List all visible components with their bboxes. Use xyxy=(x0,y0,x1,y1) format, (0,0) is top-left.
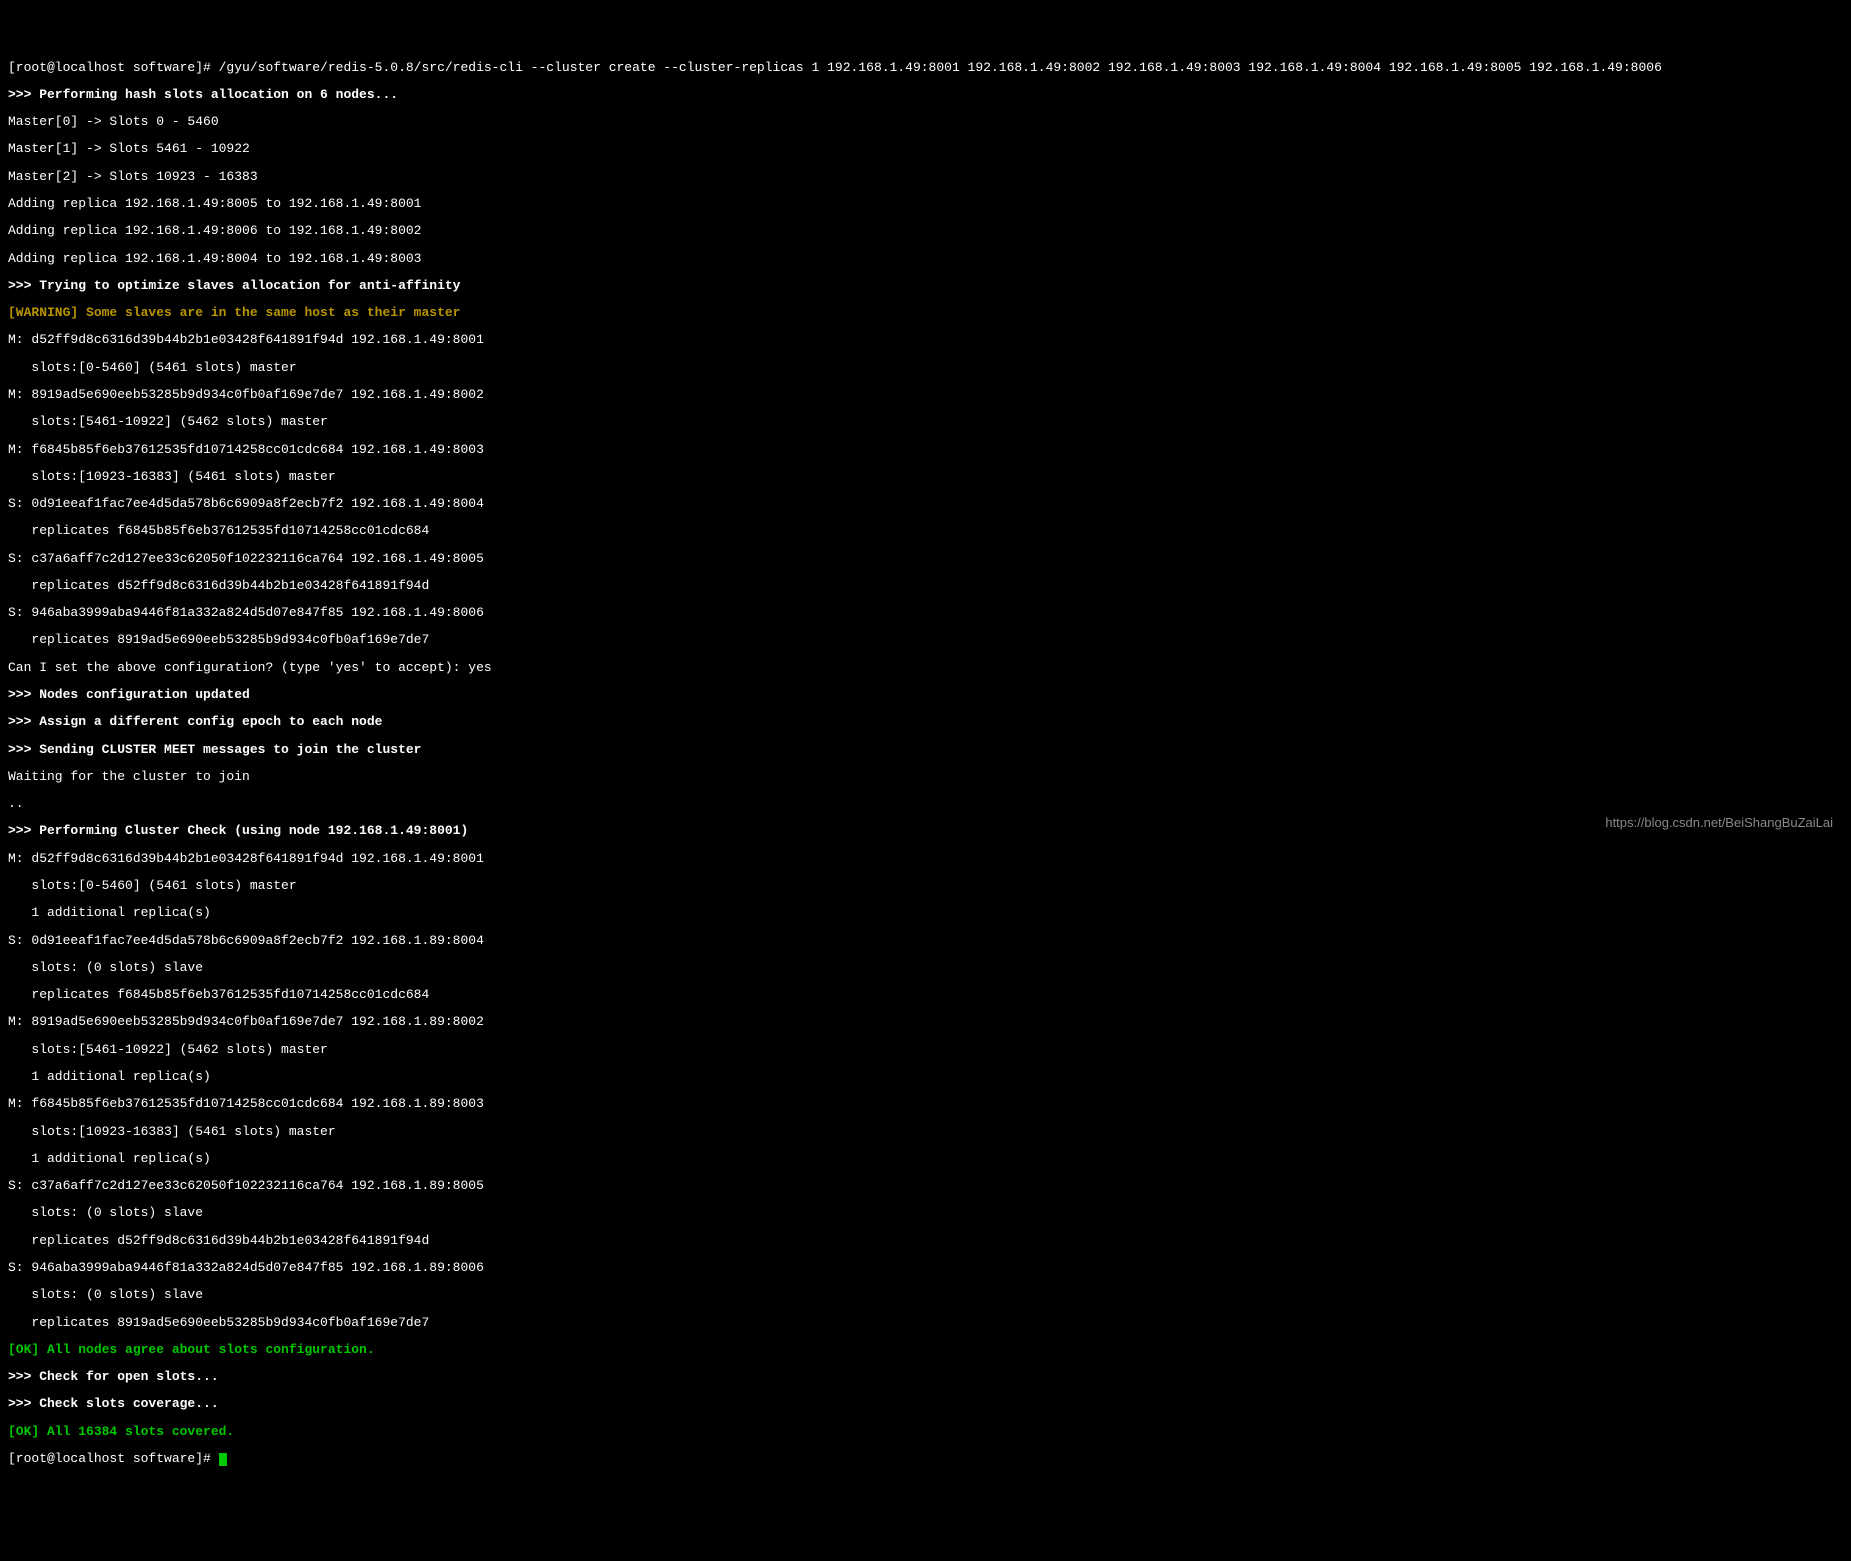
check-s1: S: 0d91eeaf1fac7ee4d5da578b6c6909a8f2ecb… xyxy=(8,934,1843,948)
prompt-text: [root@localhost software]# xyxy=(8,1451,219,1466)
add-replica-2: Adding replica 192.168.1.49:8006 to 192.… xyxy=(8,224,1843,238)
waiting-dots: .. xyxy=(8,797,1843,811)
check-m2-rep: 1 additional replica(s) xyxy=(8,1070,1843,1084)
node-m2: M: 8919ad5e690eeb53285b9d934c0fb0af169e7… xyxy=(8,388,1843,402)
master1-slots: Master[1] -> Slots 5461 - 10922 xyxy=(8,142,1843,156)
check-m3-rep: 1 additional replica(s) xyxy=(8,1152,1843,1166)
node-s1: S: 0d91eeaf1fac7ee4d5da578b6c6909a8f2ecb… xyxy=(8,497,1843,511)
status-cluster-meet: >>> Sending CLUSTER MEET messages to joi… xyxy=(8,743,1843,757)
ok-nodes-agree: [OK] All nodes agree about slots configu… xyxy=(8,1343,1843,1357)
check-s2: S: c37a6aff7c2d127ee33c62050f102232116ca… xyxy=(8,1179,1843,1193)
waiting-join: Waiting for the cluster to join xyxy=(8,770,1843,784)
add-replica-3: Adding replica 192.168.1.49:8004 to 192.… xyxy=(8,252,1843,266)
check-s2-slots: slots: (0 slots) slave xyxy=(8,1206,1843,1220)
check-s2-rep: replicates d52ff9d8c6316d39b44b2b1e03428… xyxy=(8,1234,1843,1248)
status-optimize: >>> Trying to optimize slaves allocation… xyxy=(8,279,1843,293)
watermark-text: https://blog.csdn.net/BeiShangBuZaiLai xyxy=(1605,816,1833,830)
node-s3: S: 946aba3999aba9446f81a332a824d5d07e847… xyxy=(8,606,1843,620)
warning-same-host: [WARNING] Some slaves are in the same ho… xyxy=(8,306,1843,320)
status-hash-slots: >>> Performing hash slots allocation on … xyxy=(8,88,1843,102)
ok-slots-covered: [OK] All 16384 slots covered. xyxy=(8,1425,1843,1439)
check-m1-slots: slots:[0-5460] (5461 slots) master xyxy=(8,879,1843,893)
node-m3-slots: slots:[10923-16383] (5461 slots) master xyxy=(8,470,1843,484)
check-m3-slots: slots:[10923-16383] (5461 slots) master xyxy=(8,1125,1843,1139)
check-s1-rep: replicates f6845b85f6eb37612535fd1071425… xyxy=(8,988,1843,1002)
check-s3-slots: slots: (0 slots) slave xyxy=(8,1288,1843,1302)
master0-slots: Master[0] -> Slots 0 - 5460 xyxy=(8,115,1843,129)
node-m1: M: d52ff9d8c6316d39b44b2b1e03428f641891f… xyxy=(8,333,1843,347)
status-cluster-check: >>> Performing Cluster Check (using node… xyxy=(8,824,1843,838)
check-s3: S: 946aba3999aba9446f81a332a824d5d07e847… xyxy=(8,1261,1843,1275)
status-open-slots: >>> Check for open slots... xyxy=(8,1370,1843,1384)
cursor-icon xyxy=(219,1453,227,1466)
check-m2: M: 8919ad5e690eeb53285b9d934c0fb0af169e7… xyxy=(8,1015,1843,1029)
shell-prompt-idle[interactable]: [root@localhost software]# xyxy=(8,1452,1843,1466)
check-s1-slots: slots: (0 slots) slave xyxy=(8,961,1843,975)
check-s3-rep: replicates 8919ad5e690eeb53285b9d934c0fb… xyxy=(8,1316,1843,1330)
node-s2: S: c37a6aff7c2d127ee33c62050f102232116ca… xyxy=(8,552,1843,566)
node-m2-slots: slots:[5461-10922] (5462 slots) master xyxy=(8,415,1843,429)
shell-command: [root@localhost software]# /gyu/software… xyxy=(8,61,1843,75)
node-m3: M: f6845b85f6eb37612535fd10714258cc01cdc… xyxy=(8,443,1843,457)
node-s2-rep: replicates d52ff9d8c6316d39b44b2b1e03428… xyxy=(8,579,1843,593)
check-m1: M: d52ff9d8c6316d39b44b2b1e03428f641891f… xyxy=(8,852,1843,866)
confirm-prompt: Can I set the above configuration? (type… xyxy=(8,661,1843,675)
add-replica-1: Adding replica 192.168.1.49:8005 to 192.… xyxy=(8,197,1843,211)
check-m1-rep: 1 additional replica(s) xyxy=(8,906,1843,920)
check-m3: M: f6845b85f6eb37612535fd10714258cc01cdc… xyxy=(8,1097,1843,1111)
check-m2-slots: slots:[5461-10922] (5462 slots) master xyxy=(8,1043,1843,1057)
status-config-updated: >>> Nodes configuration updated xyxy=(8,688,1843,702)
node-s3-rep: replicates 8919ad5e690eeb53285b9d934c0fb… xyxy=(8,633,1843,647)
master2-slots: Master[2] -> Slots 10923 - 16383 xyxy=(8,170,1843,184)
status-slots-coverage: >>> Check slots coverage... xyxy=(8,1397,1843,1411)
node-m1-slots: slots:[0-5460] (5461 slots) master xyxy=(8,361,1843,375)
node-s1-rep: replicates f6845b85f6eb37612535fd1071425… xyxy=(8,524,1843,538)
status-config-epoch: >>> Assign a different config epoch to e… xyxy=(8,715,1843,729)
